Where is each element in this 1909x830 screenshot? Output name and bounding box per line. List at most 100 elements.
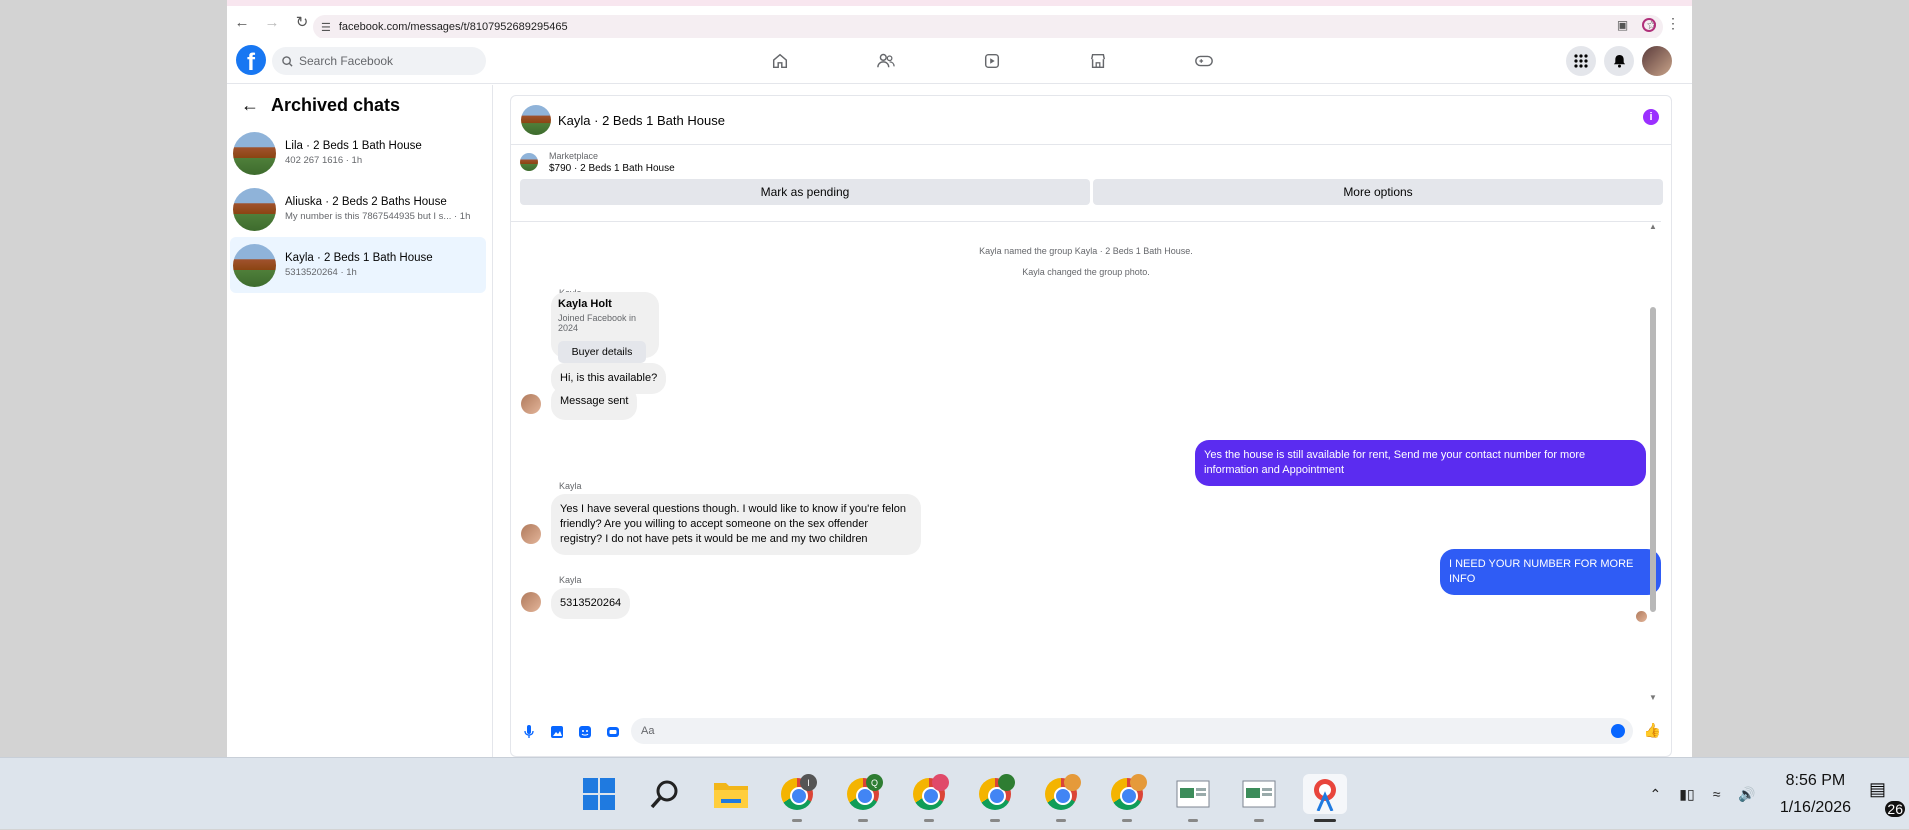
chat-name: Lila · 2 Beds 1 Bath House [285, 140, 422, 152]
buyer-card: Kayla Holt Joined Facebook in 2024 Buyer… [551, 292, 659, 363]
message-bubble: Yes I have several questions though. I w… [551, 494, 921, 555]
outgoing-message: Yes the house is still available for ren… [1195, 440, 1646, 486]
chat-item-kayla[interactable]: Kayla · 2 Beds 1 Bath House 5313520264 ·… [230, 237, 486, 293]
site-settings-icon[interactable]: ☰ [321, 21, 331, 34]
search-icon[interactable] [643, 774, 687, 814]
listing-thumbnail [520, 153, 538, 171]
menu-grid-icon[interactable] [1566, 46, 1596, 76]
scroll-up-icon[interactable]: ▲ [1649, 222, 1657, 231]
system-message: Kayla changed the group photo. [1022, 267, 1150, 277]
notification-center-icon[interactable]: ▤ 26 [1869, 779, 1905, 817]
battery-icon[interactable]: ▮▯ [1679, 786, 1694, 803]
browser-window: ← → ↻ ☰ facebook.com/messages/t/81079526… [227, 0, 1692, 757]
conversation-thumbnail[interactable] [521, 105, 551, 135]
facebook-header: f Search Facebook [227, 38, 1692, 84]
profile-badge: Q [866, 774, 883, 791]
mark-pending-button[interactable]: Mark as pending [520, 179, 1090, 205]
profile-avatar-badge [932, 774, 949, 791]
file-explorer-icon[interactable] [709, 774, 753, 814]
outgoing-message: I NEED YOUR NUMBER FOR MORE INFO [1440, 549, 1661, 595]
reload-icon[interactable]: ↻ [287, 7, 317, 37]
conversation-title[interactable]: Kayla · 2 Beds 1 Bath House [558, 113, 725, 128]
chrome-profile-3-icon[interactable] [907, 774, 951, 822]
emoji-icon[interactable] [1611, 724, 1625, 738]
snipping-tool-icon[interactable] [1303, 774, 1347, 822]
profile-avatar-badge [1064, 774, 1081, 791]
windows-start-icon[interactable] [577, 774, 621, 814]
message-input[interactable]: Aa [631, 718, 1633, 744]
system-message: Kayla named the group Kayla · 2 Beds 1 B… [979, 246, 1193, 256]
more-options-button[interactable]: More options [1093, 179, 1663, 205]
chrome-profile-1-icon[interactable]: I [775, 774, 819, 822]
back-arrow-icon[interactable]: ← [241, 95, 259, 116]
chrome-profile-6-icon[interactable] [1105, 774, 1149, 822]
chrome-profile-2-icon[interactable]: Q [841, 774, 885, 822]
microphone-icon[interactable] [520, 724, 537, 741]
header-right [1566, 46, 1672, 76]
sidebar-header: ← Archived chats [227, 85, 492, 125]
photo-icon[interactable] [548, 724, 565, 741]
message-thread: Kayla named the group Kayla · 2 Beds 1 B… [511, 221, 1661, 702]
account-avatar[interactable] [1642, 46, 1672, 76]
sidebar-title: Archived chats [271, 94, 401, 115]
sender-avatar [521, 524, 541, 544]
marketplace-icon[interactable] [1045, 38, 1151, 84]
chat-item-lila[interactable]: Lila · 2 Beds 1 Bath House 402 267 1616 … [230, 125, 486, 181]
buyer-details-button[interactable]: Buyer details [558, 341, 646, 363]
taskbar: I Q ⌃ ▮▯ ≈ 🔊 8:56 PM 1/16/2026 ▤ 26 [0, 757, 1909, 829]
chat-item-aliuska[interactable]: Aliuska · 2 Beds 2 Baths House My number… [230, 181, 486, 237]
sheet-window-2-icon[interactable] [1237, 774, 1281, 822]
gaming-icon[interactable] [1151, 38, 1257, 84]
volume-icon[interactable]: 🔊 [1738, 786, 1755, 803]
system-tray: ⌃ ▮▯ ≈ 🔊 8:56 PM 1/16/2026 ▤ 26 [1650, 758, 1909, 830]
chrome-profile-5-icon[interactable] [1039, 774, 1083, 822]
message-bubble: 5313520264 [551, 588, 631, 619]
video-icon[interactable] [939, 38, 1045, 84]
wifi-icon[interactable]: ≈ [1713, 786, 1721, 802]
clock-time: 8:56 PM [1785, 771, 1846, 789]
sheet-window-1-icon[interactable] [1171, 774, 1215, 822]
search-icon [282, 55, 293, 67]
buyer-joined: Joined Facebook in 2024 [558, 313, 637, 333]
address-bar[interactable]: ☰ facebook.com/messages/t/81079526892954… [313, 15, 1663, 39]
chevron-up-icon[interactable]: ⌃ [1650, 786, 1662, 803]
logo-letter: f [247, 49, 255, 75]
archived-chats-sidebar: ← Archived chats Lila · 2 Beds 1 Bath Ho… [227, 85, 493, 757]
facebook-logo[interactable]: f [236, 45, 266, 75]
chat-preview: 402 267 1616 · 1h [285, 155, 363, 166]
clock[interactable]: 8:56 PM 1/16/2026 [1780, 767, 1851, 821]
friends-icon[interactable] [833, 38, 939, 84]
search-input[interactable]: Search Facebook [272, 47, 486, 75]
install-app-icon[interactable]: ▣ [1617, 18, 1628, 32]
home-icon[interactable] [727, 38, 833, 84]
scrollbar-thumb[interactable] [1650, 307, 1656, 612]
scroll-down-icon[interactable]: ▼ [1649, 693, 1657, 702]
chrome-profile-4-icon[interactable] [973, 774, 1017, 822]
sender-name: Kayla [559, 575, 582, 585]
sender-avatar [521, 592, 541, 612]
sticker-icon[interactable] [576, 724, 593, 741]
thumbs-up-icon[interactable]: 👍 [1644, 722, 1661, 739]
back-icon[interactable]: ← [227, 7, 257, 37]
profile-avatar-badge [1130, 774, 1147, 791]
info-icon[interactable]: i [1643, 109, 1659, 125]
forward-icon[interactable]: → [257, 7, 287, 37]
menu-dots-icon[interactable]: ⋮ [1666, 15, 1680, 32]
marketplace-listing[interactable]: Marketplace $790 · 2 Beds 1 Bath House [511, 145, 1671, 179]
listing-actions: Mark as pending More options [511, 179, 1671, 205]
chat-name: Kayla · 2 Beds 1 Bath House [285, 252, 433, 264]
thread-scrollbar[interactable]: ▲ ▼ [1649, 222, 1657, 702]
gif-icon[interactable] [604, 724, 621, 741]
conversation-header: Kayla · 2 Beds 1 Bath House i [511, 96, 1671, 145]
chat-thumbnail [233, 243, 276, 287]
message-bubble: Message sent [551, 386, 638, 420]
message-composer: Aa 👍 [511, 708, 1671, 756]
listing-price: $790 · 2 Beds 1 Bath House [549, 162, 675, 174]
conversation-panel: Kayla · 2 Beds 1 Bath House i Marketplac… [510, 95, 1672, 757]
main-nav [727, 38, 1257, 84]
profile-icon[interactable] [1642, 18, 1656, 32]
sender-name: Kayla [559, 481, 582, 491]
chat-thumbnail [233, 131, 276, 175]
notifications-bell-icon[interactable] [1604, 46, 1634, 76]
browser-toolbar: ← → ↻ ☰ facebook.com/messages/t/81079526… [227, 0, 1692, 39]
